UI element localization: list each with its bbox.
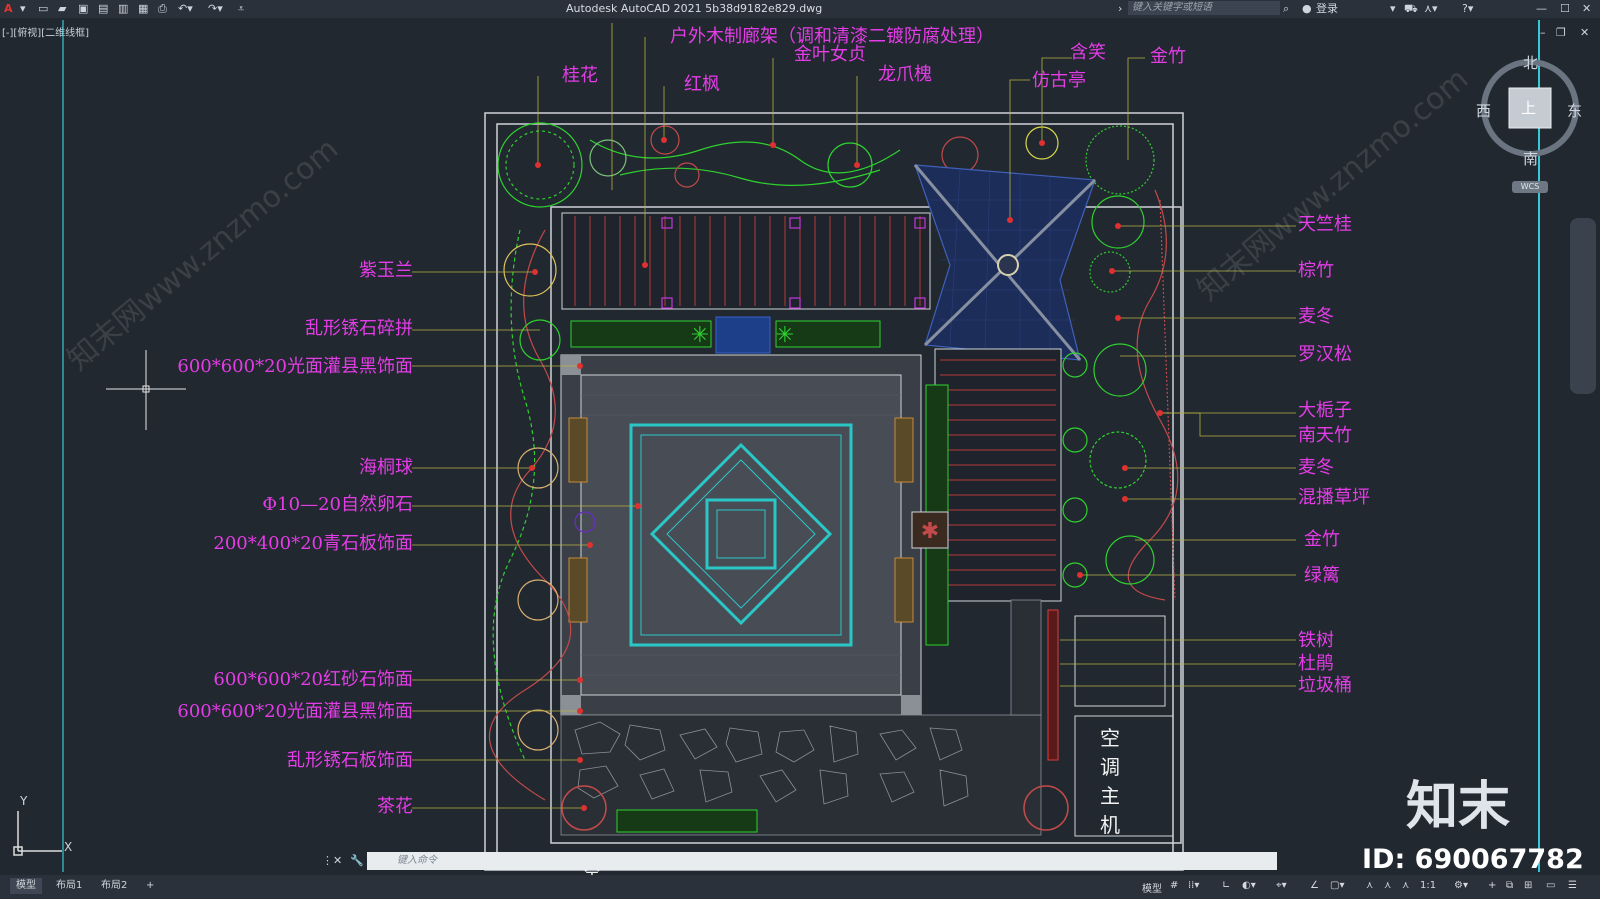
add-layout-button[interactable]: +: [140, 878, 160, 894]
label-michelia: 含笑: [1070, 42, 1106, 63]
label-right-10: 绿篱: [1304, 565, 1340, 586]
watermark-id: ID: 690067782: [1362, 844, 1584, 875]
ac-text-4: 机: [1100, 813, 1120, 837]
label-right-2: 棕竹: [1298, 260, 1334, 281]
command-placeholder: 键入命令: [397, 855, 437, 866]
pavilion: [913, 164, 1097, 361]
annotation-visibility-icon[interactable]: ⋏: [1366, 880, 1373, 891]
angle-icon[interactable]: ∠: [1310, 880, 1319, 891]
label-pavilion: 仿古亭: [1032, 70, 1086, 91]
annotation-scale-icon[interactable]: ⋏: [1402, 880, 1409, 891]
label-left-8: 600*600*20光面灌县黑饰面: [177, 701, 413, 722]
azalea-strip: [1047, 609, 1059, 761]
navigation-bar: [1570, 218, 1596, 394]
scale-value[interactable]: 1:1: [1420, 880, 1436, 891]
label-right-7: 麦冬: [1298, 457, 1334, 478]
label-right-5: 大栀子: [1298, 400, 1352, 421]
label-left-5: Φ10—20自然卵石: [262, 494, 413, 515]
svg-text:✱: ✱: [921, 519, 939, 544]
compass-west[interactable]: 西: [1476, 100, 1491, 121]
label-right-12: 杜鹃: [1298, 653, 1334, 674]
ac-text-1: 空: [1100, 726, 1120, 750]
customization-menu-icon[interactable]: ☰: [1568, 880, 1577, 891]
ac-unit-block: [1074, 715, 1174, 837]
compass-north[interactable]: 北: [1523, 52, 1538, 73]
label-right-6: 南天竹: [1298, 425, 1352, 446]
label-right-9: 金竹: [1304, 529, 1340, 550]
label-left-1: 紫玉兰: [359, 260, 413, 281]
snap-icon[interactable]: ⁞⁞▾: [1188, 880, 1199, 891]
label-privet: 金叶女贞: [794, 44, 866, 65]
bin-area: [1074, 615, 1166, 707]
label-right-3: 麦冬: [1298, 306, 1334, 327]
central-plaza: [560, 354, 922, 716]
label-red-maple: 红枫: [684, 74, 720, 95]
watermark-brand: 知末: [1406, 777, 1511, 837]
label-left-4: 海桐球: [359, 457, 413, 478]
wcs-menu[interactable]: WCS: [1512, 181, 1548, 193]
label-golden-bamboo-top: 金竹: [1150, 46, 1186, 67]
object-snap-icon[interactable]: ▢▾: [1330, 880, 1344, 891]
workspace-gear-icon[interactable]: ⚙▾: [1454, 880, 1468, 891]
status-bar: [0, 875, 1600, 899]
svg-text:✳: ✳: [776, 323, 794, 348]
tab-model[interactable]: 模型: [10, 878, 42, 894]
ucs-icon: [13, 811, 62, 856]
label-left-7: 600*600*20红砂石饰面: [213, 669, 413, 690]
ucs-x-label: X: [64, 840, 73, 854]
label-left-3: 600*600*20光面灌县黑饰面: [177, 356, 413, 377]
command-input[interactable]: 键入命令: [367, 852, 1277, 870]
right-planting: [1062, 189, 1179, 601]
add-icon[interactable]: +: [1488, 880, 1496, 891]
model-space-button[interactable]: 模型: [1142, 880, 1162, 895]
label-left-10: 茶花: [377, 796, 413, 817]
label-right-8: 混播草坪: [1298, 487, 1370, 508]
polar-icon[interactable]: ◐▾: [1242, 880, 1256, 891]
grid-icon[interactable]: #: [1170, 880, 1178, 891]
isolate-icon[interactable]: ⧉: [1506, 880, 1513, 891]
ac-text-2: 调: [1100, 755, 1120, 779]
label-right-11: 铁树: [1298, 630, 1334, 651]
osnap-icon[interactable]: ⌖▾: [1276, 880, 1287, 891]
hedge-strip: ✳ ✳: [570, 316, 881, 354]
viewcube-top-face[interactable]: 上: [1521, 97, 1536, 118]
tab-layout2[interactable]: 布局2: [95, 878, 133, 894]
ac-text-3: 主: [1100, 784, 1120, 808]
compass-east[interactable]: 东: [1567, 100, 1582, 121]
tab-layout1[interactable]: 布局1: [50, 878, 88, 894]
command-grip-icon[interactable]: ⋮✕: [322, 854, 342, 868]
customize-wrench-icon[interactable]: 🔧: [350, 854, 364, 868]
crosshair-cursor: [106, 350, 186, 430]
label-right-4: 罗汉松: [1298, 344, 1352, 365]
label-left-9: 乱形锈石板饰面: [287, 750, 413, 771]
wooden-corridor: [561, 212, 931, 310]
clean-screen-icon[interactable]: ▭: [1546, 880, 1555, 891]
svg-text:✳: ✳: [691, 323, 709, 348]
hardware-acceleration-icon[interactable]: ⊞: [1524, 880, 1532, 891]
bottom-hedge: [616, 809, 758, 833]
ortho-icon[interactable]: ∟: [1222, 880, 1230, 891]
label-pagoda-tree: 龙爪槐: [878, 64, 932, 85]
label-left-2: 乱形锈石碎拼: [305, 318, 413, 339]
auto-scale-icon[interactable]: ⋏: [1384, 880, 1391, 891]
label-osmanthus: 桂花: [562, 65, 598, 86]
ucs-y-label: Y: [20, 794, 28, 808]
compass-south[interactable]: 南: [1523, 148, 1538, 169]
label-left-6: 200*400*20青石板饰面: [213, 533, 413, 554]
label-right-13: 垃圾桶: [1298, 675, 1352, 696]
